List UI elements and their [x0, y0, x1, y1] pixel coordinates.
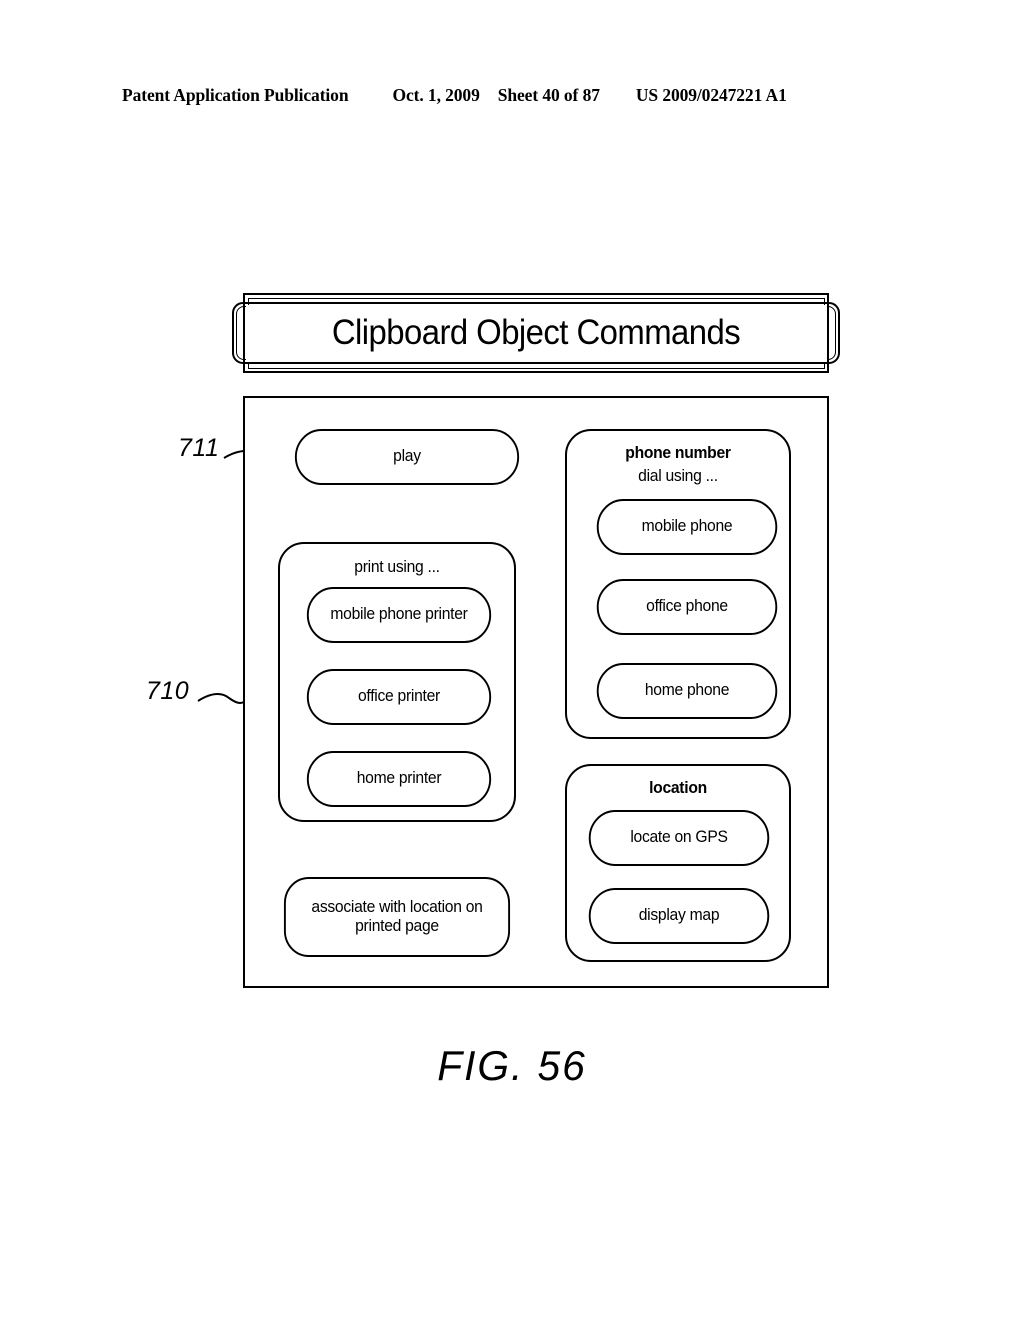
title-banner: Clipboard Object Commands: [232, 293, 840, 373]
header-publication: Patent Application Publication: [122, 85, 349, 105]
node-locate-on-gps-label: locate on GPS: [630, 828, 728, 847]
node-mobile-phone-printer-label: mobile phone printer: [330, 605, 468, 624]
group-location: location locate on GPS display map: [565, 764, 791, 962]
group-print-using: print using ... mobile phone printer off…: [278, 542, 516, 822]
node-locate-on-gps[interactable]: locate on GPS: [588, 810, 770, 866]
group-phone-number-subtitle: dial using ...: [638, 467, 718, 485]
node-display-map[interactable]: display map: [588, 888, 770, 944]
node-mobile-phone-label: mobile phone: [641, 517, 733, 536]
reference-numeral-710: 710: [146, 677, 190, 705]
header-sheet: Sheet 40 of 87: [497, 85, 600, 105]
header-date: Oct. 1, 2009: [392, 85, 480, 105]
node-office-printer-label: office printer: [358, 687, 440, 706]
node-home-printer-label: home printer: [356, 769, 442, 788]
node-office-phone[interactable]: office phone: [596, 579, 778, 635]
node-mobile-phone[interactable]: mobile phone: [596, 499, 778, 555]
group-location-title: location: [649, 779, 707, 797]
group-phone-number-title: phone number: [625, 444, 731, 462]
node-home-phone[interactable]: home phone: [596, 663, 778, 719]
node-mobile-phone-printer[interactable]: mobile phone printer: [306, 587, 492, 643]
node-associate-with-location[interactable]: associate with location on printed page: [283, 877, 511, 957]
banner-title: Clipboard Object Commands: [331, 313, 741, 352]
diagram-frame: play print using ... mobile phone printe…: [243, 396, 829, 988]
header-patent-number: US 2009/0247221 A1: [635, 85, 787, 105]
page-header: Patent Application Publication Oct. 1, 2…: [122, 85, 902, 109]
node-office-phone-label: office phone: [646, 597, 728, 616]
node-home-phone-label: home phone: [644, 681, 730, 700]
node-office-printer[interactable]: office printer: [306, 669, 492, 725]
node-play-label: play: [393, 447, 421, 466]
figure-caption: FIG. 56: [437, 1042, 587, 1089]
group-phone-number: phone number dial using ... mobile phone…: [565, 429, 791, 739]
node-home-printer[interactable]: home printer: [306, 751, 492, 807]
node-associate-line-1: associate with location on: [311, 897, 483, 916]
reference-numeral-711: 711: [178, 434, 220, 462]
node-play[interactable]: play: [294, 429, 520, 485]
node-display-map-label: display map: [638, 906, 720, 925]
group-print-using-title: print using ...: [354, 558, 440, 576]
node-associate-line-2: printed page: [355, 917, 439, 935]
